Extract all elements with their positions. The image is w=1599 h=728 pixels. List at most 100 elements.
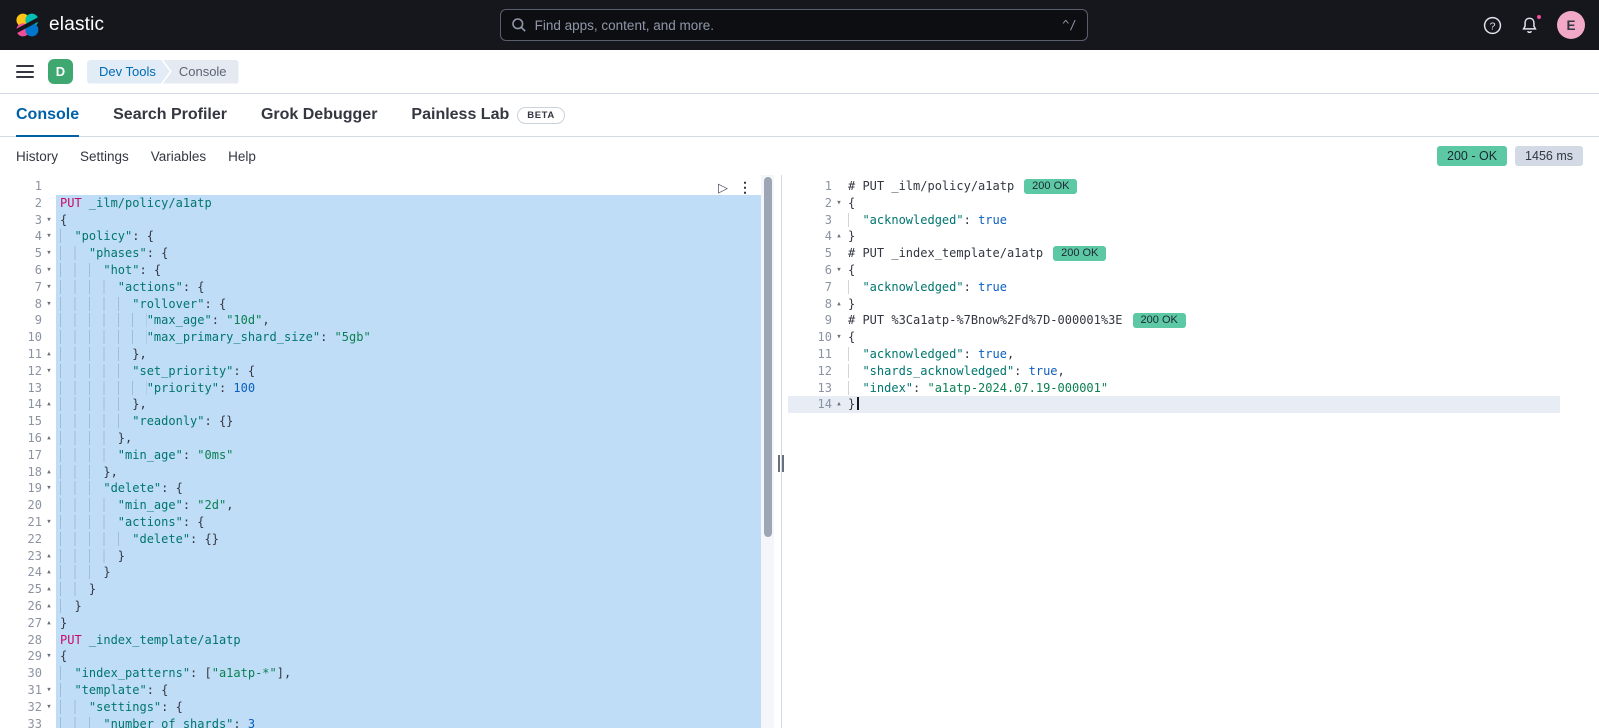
fold-toggle-icon[interactable]: ▾ <box>42 262 56 279</box>
fold-toggle-icon[interactable]: ▴ <box>42 564 56 581</box>
code-line[interactable]: 6▾ "hot": { <box>0 262 761 279</box>
fold-toggle-icon[interactable]: ▾ <box>42 514 56 531</box>
tab-grok-debugger[interactable]: Grok Debugger <box>261 94 377 136</box>
fold-toggle-icon[interactable]: ▴ <box>832 296 846 313</box>
code-line[interactable]: 24▴ } <box>0 564 761 581</box>
fold-toggle-icon[interactable]: ▾ <box>832 262 846 279</box>
code-line[interactable]: 5# PUT _index_template/a1atp200 OK <box>788 245 1560 262</box>
menu-hamburger-icon[interactable] <box>16 65 34 78</box>
fold-toggle-icon[interactable]: ▾ <box>42 279 56 296</box>
request-editor[interactable]: 12PUT _ilm/policy/a1atp3▾{4▾ "policy": {… <box>0 175 774 728</box>
code-line[interactable]: 25▴ } <box>0 581 761 598</box>
code-line[interactable]: 9 "max_age": "10d", <box>0 312 761 329</box>
fold-toggle-icon[interactable]: ▾ <box>832 195 846 212</box>
fold-toggle-icon[interactable]: ▾ <box>42 245 56 262</box>
fold-toggle-icon[interactable]: ▴ <box>42 581 56 598</box>
code-line[interactable]: 3 "acknowledged": true <box>788 212 1560 229</box>
code-line[interactable]: 13 "index": "a1atp-2024.07.19-000001" <box>788 380 1560 397</box>
code-line[interactable]: 23▴ } <box>0 548 761 565</box>
code-line[interactable]: 22 "delete": {} <box>0 531 761 548</box>
fold-toggle-icon[interactable]: ▴ <box>42 548 56 565</box>
code-line[interactable]: 1# PUT _ilm/policy/a1atp200 OK <box>788 178 1560 195</box>
fold-toggle-icon[interactable]: ▴ <box>42 464 56 481</box>
tab-search-profiler[interactable]: Search Profiler <box>113 94 227 136</box>
code-line[interactable]: 10▾{ <box>788 329 1560 346</box>
request-options-icon[interactable]: ⋮ <box>738 179 752 196</box>
response-viewer[interactable]: 1# PUT _ilm/policy/a1atp200 OK2▾{3 "ackn… <box>788 175 1599 728</box>
notifications-icon[interactable] <box>1520 16 1539 35</box>
tab-console[interactable]: Console <box>16 94 79 136</box>
code-line[interactable]: 12▾ "set_priority": { <box>0 363 761 380</box>
fold-toggle-icon[interactable]: ▾ <box>42 363 56 380</box>
code-line[interactable]: 14▴ }, <box>0 396 761 413</box>
code-line[interactable]: 19▾ "delete": { <box>0 480 761 497</box>
fold-toggle-icon[interactable]: ▴ <box>832 228 846 245</box>
code-line[interactable]: 7▾ "actions": { <box>0 279 761 296</box>
code-line[interactable]: 4▾ "policy": { <box>0 228 761 245</box>
code-line[interactable]: 6▾{ <box>788 262 1560 279</box>
fold-toggle-icon[interactable]: ▾ <box>42 480 56 497</box>
user-avatar[interactable]: E <box>1557 11 1585 39</box>
fold-toggle-icon[interactable]: ▴ <box>42 598 56 615</box>
code-line[interactable]: 27▴} <box>0 615 761 632</box>
fold-toggle-icon[interactable]: ▴ <box>42 430 56 447</box>
menu-settings[interactable]: Settings <box>80 149 129 164</box>
code-line[interactable]: 2PUT _ilm/policy/a1atp <box>0 195 761 212</box>
code-line[interactable]: 12 "shards_acknowledged": true, <box>788 363 1560 380</box>
pane-resizer[interactable] <box>774 175 788 728</box>
code-line[interactable]: 4▴} <box>788 228 1560 245</box>
tab-painless-lab[interactable]: Painless Lab BETA <box>411 94 564 136</box>
code-line[interactable]: 14▴} <box>788 396 1560 413</box>
menu-help[interactable]: Help <box>228 149 256 164</box>
code-line[interactable]: 17 "min_age": "0ms" <box>0 447 761 464</box>
fold-toggle-icon[interactable]: ▾ <box>832 329 846 346</box>
fold-toggle-icon[interactable]: ▴ <box>42 346 56 363</box>
scrollbar-thumb[interactable] <box>764 177 772 537</box>
code-line[interactable]: 8▾ "rollover": { <box>0 296 761 313</box>
code-line[interactable]: 2▾{ <box>788 195 1560 212</box>
menu-history[interactable]: History <box>16 149 58 164</box>
code-text: "phases": { <box>56 245 761 262</box>
code-line[interactable]: 33 "number_of_shards": 3 <box>0 716 761 728</box>
code-line[interactable]: 7 "acknowledged": true <box>788 279 1560 296</box>
code-line[interactable]: 26▴ } <box>0 598 761 615</box>
fold-toggle-icon[interactable]: ▴ <box>42 396 56 413</box>
code-line[interactable]: 11 "acknowledged": true, <box>788 346 1560 363</box>
menu-variables[interactable]: Variables <box>151 149 206 164</box>
fold-toggle-icon[interactable]: ▾ <box>42 296 56 313</box>
code-line[interactable]: 1 <box>0 178 761 195</box>
code-line[interactable]: 30 "index_patterns": ["a1atp-*"], <box>0 665 761 682</box>
code-line[interactable]: 20 "min_age": "2d", <box>0 497 761 514</box>
code-line[interactable]: 8▴} <box>788 296 1560 313</box>
space-avatar[interactable]: D <box>48 59 73 84</box>
code-line[interactable]: 9# PUT %3Ca1atp-%7Bnow%2Fd%7D-000001%3E2… <box>788 312 1560 329</box>
code-line[interactable]: 29▾{ <box>0 648 761 665</box>
breadcrumb-console[interactable]: Console <box>163 60 239 84</box>
code-line[interactable]: 10 "max_primary_shard_size": "5gb" <box>0 329 761 346</box>
code-line[interactable]: 11▴ }, <box>0 346 761 363</box>
search-input[interactable] <box>535 18 1055 33</box>
code-line[interactable]: 21▾ "actions": { <box>0 514 761 531</box>
global-search[interactable]: ^/ <box>500 9 1088 41</box>
code-line[interactable]: 13 "priority": 100 <box>0 380 761 397</box>
code-line[interactable]: 5▾ "phases": { <box>0 245 761 262</box>
fold-toggle-icon[interactable]: ▾ <box>42 212 56 229</box>
fold-toggle-icon[interactable]: ▴ <box>42 615 56 632</box>
fold-toggle-icon[interactable]: ▾ <box>42 228 56 245</box>
code-line[interactable]: 15 "readonly": {} <box>0 413 761 430</box>
code-line[interactable]: 31▾ "template": { <box>0 682 761 699</box>
home-link[interactable]: elastic <box>14 12 104 38</box>
breadcrumb-dev-tools[interactable]: Dev Tools <box>87 60 170 84</box>
code-line[interactable]: 16▴ }, <box>0 430 761 447</box>
fold-toggle-icon[interactable]: ▾ <box>42 699 56 716</box>
help-icon[interactable]: ? <box>1483 16 1502 35</box>
send-request-icon[interactable]: ▷ <box>718 180 728 196</box>
code-line[interactable]: 32▾ "settings": { <box>0 699 761 716</box>
fold-toggle-icon[interactable]: ▴ <box>832 396 846 413</box>
code-line[interactable]: 28PUT _index_template/a1atp <box>0 632 761 649</box>
fold-toggle-icon[interactable]: ▾ <box>42 648 56 665</box>
code-line[interactable]: 3▾{ <box>0 212 761 229</box>
code-token: "settings" <box>89 700 161 714</box>
fold-toggle-icon[interactable]: ▾ <box>42 682 56 699</box>
code-line[interactable]: 18▴ }, <box>0 464 761 481</box>
